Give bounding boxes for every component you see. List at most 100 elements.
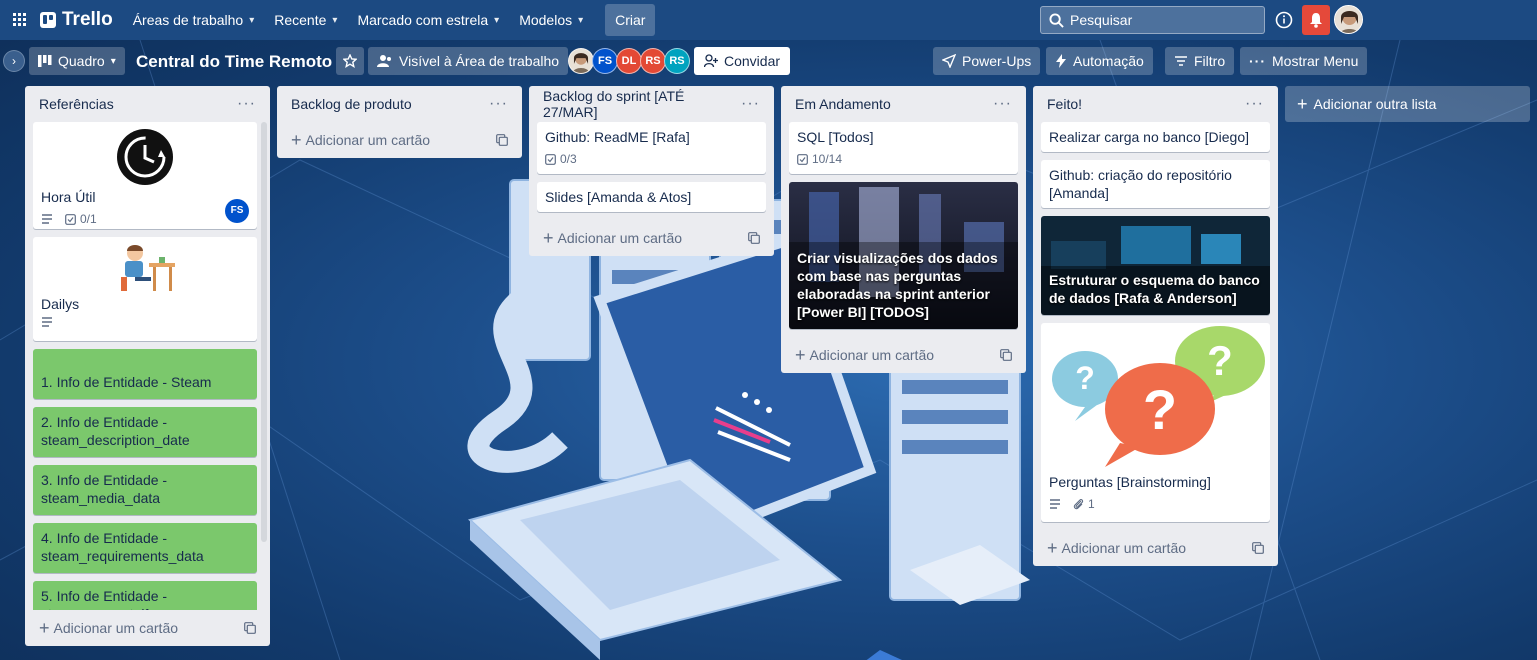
workspace-people-icon — [377, 55, 391, 67]
add-list-button[interactable]: + Adicionar outra lista — [1285, 86, 1530, 122]
add-list-label: Adicionar outra lista — [1313, 96, 1437, 112]
powerups-button[interactable]: Power-Ups — [933, 47, 1041, 75]
card-title-line: steam_support_ifo — [41, 605, 249, 610]
card-title: Criar visualizações dos dados com base n… — [797, 250, 998, 320]
add-card-button[interactable]: + Adicionar um cartão — [33, 610, 262, 646]
card-github-readme[interactable]: Github: ReadME [Rafa] 0/3 — [537, 122, 766, 174]
visibility-button[interactable]: Visível à Área de trabalho — [368, 47, 569, 75]
list-menu-icon[interactable]: ··· — [993, 95, 1012, 113]
board-view-switcher[interactable]: Quadro ▾ — [29, 47, 125, 75]
card-sql[interactable]: SQL [Todos] 10/14 — [789, 122, 1018, 174]
lightning-icon — [1056, 54, 1066, 68]
member-avatar[interactable]: RS — [640, 48, 666, 74]
card-info-entidade-2[interactable]: 2. Info de Entidade - steam_description_… — [33, 407, 257, 457]
card-info-entidade-4[interactable]: 4. Info de Entidade - steam_requirements… — [33, 523, 257, 573]
board-title[interactable]: Central do Time Remoto — [136, 52, 332, 72]
card-info-entidade-1[interactable]: 1. Info de Entidade - Steam — [33, 349, 257, 399]
member-avatar[interactable]: FS — [592, 48, 618, 74]
add-card-button[interactable]: + Adicionar um cartão — [1041, 530, 1270, 566]
checklist-badge: 10/14 — [797, 150, 842, 168]
list-referencias: Referências ··· Hora Útil 0/1 FS Dailys … — [25, 86, 270, 646]
checklist-count: 10/14 — [812, 152, 843, 166]
list-scrollbar[interactable] — [261, 122, 267, 542]
card-visualizacoes[interactable]: Criar visualizações dos dados com base n… — [789, 182, 1018, 329]
card-hora-util[interactable]: Hora Útil 0/1 FS — [33, 122, 257, 229]
filter-icon — [1175, 56, 1187, 66]
svg-text:?: ? — [1143, 378, 1177, 441]
menu-recent-label: Recente — [274, 12, 327, 28]
more-dots-icon: ··· — [1249, 53, 1266, 69]
member-avatar[interactable]: RS — [664, 48, 690, 74]
top-navigation-bar: Trello Áreas de trabalho ▾ Recente ▾ Marca… — [0, 0, 1537, 40]
list-title[interactable]: Referências — [39, 96, 114, 112]
list-menu-icon[interactable]: ··· — [237, 95, 256, 113]
show-menu-button[interactable]: ··· Mostrar Menu — [1240, 47, 1368, 75]
plus-icon: + — [1047, 537, 1058, 558]
invite-button[interactable]: Convidar — [694, 47, 791, 75]
menu-templates[interactable]: Modelos ▾ — [509, 4, 593, 36]
member-avatar-photo[interactable] — [568, 48, 594, 74]
card-title-line: 3. Info de Entidade - — [41, 472, 168, 488]
card-info-entidade-5[interactable]: 5. Info de Entidade - steam_support_ifo — [33, 581, 257, 610]
template-icon[interactable] — [1252, 542, 1264, 554]
chevron-down-icon: ▾ — [249, 14, 255, 26]
card-github-repo[interactable]: Github: criação do repositório [Amanda] — [1041, 160, 1270, 208]
create-button[interactable]: Criar — [605, 4, 656, 36]
template-icon[interactable] — [1000, 349, 1012, 361]
star-board-button[interactable] — [336, 47, 364, 75]
template-icon[interactable] — [496, 134, 508, 146]
card-dailys[interactable]: Dailys — [33, 237, 257, 341]
apps-grid-icon[interactable] — [4, 4, 36, 36]
menu-recent[interactable]: Recente ▾ — [264, 4, 347, 36]
trello-logo[interactable]: Trello — [36, 9, 123, 31]
chevron-down-icon: ▾ — [578, 14, 584, 26]
notification-bell-icon[interactable] — [1302, 5, 1330, 35]
card-perguntas[interactable]: ? ? ? Perguntas [Brainstorming] 1 — [1041, 323, 1270, 522]
template-icon[interactable] — [748, 232, 760, 244]
add-card-button[interactable]: + Adicionar um cartão — [285, 122, 514, 158]
add-card-button[interactable]: + Adicionar um cartão — [789, 337, 1018, 373]
sidebar-expand-button[interactable]: › — [3, 50, 25, 72]
search-input[interactable]: Pesquisar — [1040, 6, 1265, 34]
svg-text:?: ? — [1207, 337, 1233, 384]
card-carga-banco[interactable]: Realizar carga no banco [Diego] — [1041, 122, 1270, 152]
card-esquema-banco[interactable]: Estruturar o esquema do banco de dados [… — [1041, 216, 1270, 315]
list-title[interactable]: Feito! — [1047, 96, 1082, 112]
list-menu-icon[interactable]: ··· — [489, 95, 508, 113]
card-badges: 1 — [1049, 495, 1262, 513]
card-slides[interactable]: Slides [Amanda & Atos] — [537, 182, 766, 212]
card-title: Github: criação do repositório [Amanda] — [1049, 167, 1232, 201]
list-title[interactable]: Backlog do sprint [ATÉ 27/MAR] — [543, 88, 741, 120]
info-icon[interactable] — [1270, 6, 1298, 34]
list-backlog-produto: Backlog de produto ··· + Adicionar um car… — [277, 86, 522, 158]
user-avatar[interactable] — [1334, 5, 1363, 34]
list-title[interactable]: Backlog de produto — [291, 96, 412, 112]
member-avatar[interactable]: DL — [616, 48, 642, 74]
menu-templates-label: Modelos — [519, 12, 573, 28]
checklist-icon — [545, 153, 556, 165]
checklist-icon — [797, 153, 808, 165]
card-title: SQL [Todos] — [797, 129, 874, 145]
add-card-label: Adicionar um cartão — [53, 620, 179, 636]
menu-starred-label: Marcado com estrela — [357, 12, 489, 28]
template-icon[interactable] — [244, 622, 256, 634]
checklist-count: 0/1 — [80, 212, 97, 226]
list-title[interactable]: Em Andamento — [795, 96, 891, 112]
card-title-line: 4. Info de Entidade - — [41, 530, 168, 546]
card-badges: 0/1 — [41, 210, 249, 228]
card-info-entidade-3[interactable]: 3. Info de Entidade - steam_media_data — [33, 465, 257, 515]
filter-button[interactable]: Filtro — [1165, 47, 1235, 75]
menu-workspaces[interactable]: Áreas de trabalho ▾ — [123, 4, 265, 36]
board-view-label: Quadro — [58, 53, 105, 69]
card-badges: 0/3 — [545, 150, 758, 168]
attachment-badge: 1 — [1073, 495, 1095, 513]
card-title: Hora Útil — [41, 189, 96, 205]
card-member-avatar[interactable]: FS — [225, 199, 249, 223]
automation-button[interactable]: Automação — [1046, 47, 1153, 75]
list-menu-icon[interactable]: ··· — [741, 95, 760, 113]
add-card-button[interactable]: + Adicionar um cartão — [537, 220, 766, 256]
list-menu-icon[interactable]: ··· — [1245, 95, 1264, 113]
description-icon — [41, 317, 53, 327]
menu-starred[interactable]: Marcado com estrela ▾ — [347, 4, 509, 36]
list-header: Feito! ··· — [1041, 86, 1270, 122]
